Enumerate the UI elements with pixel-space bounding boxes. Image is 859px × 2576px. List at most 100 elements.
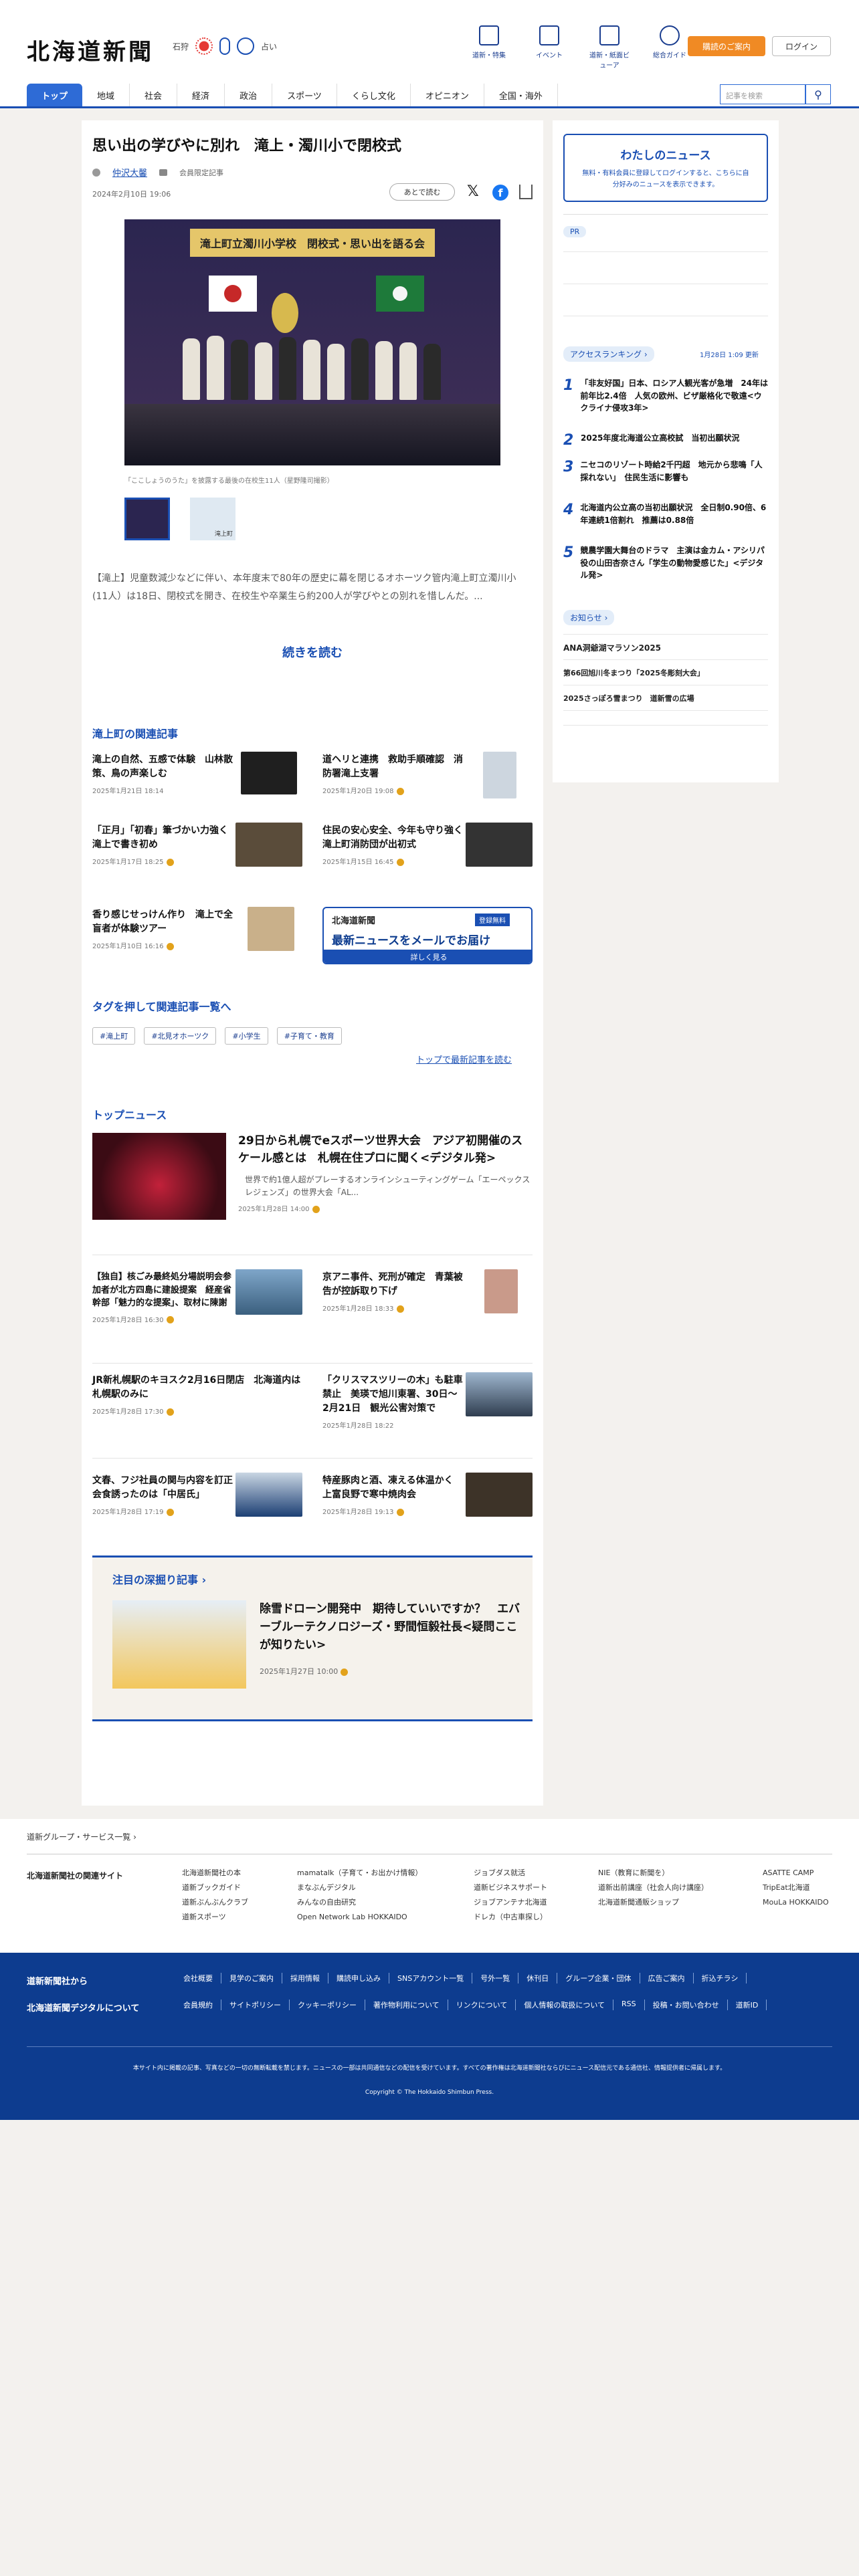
top-news-item-thumb[interactable]: [235, 1473, 302, 1517]
footer-link[interactable]: 購読申し込み: [328, 1973, 389, 1983]
related-site-link[interactable]: NIE（教育に新聞を）: [598, 1866, 708, 1881]
related-site-link[interactable]: 道新ブックガイド: [182, 1881, 248, 1895]
footer-link[interactable]: 折込チラシ: [694, 1973, 747, 1983]
top-news-item[interactable]: 京アニ事件、死刑が確定 青葉被告が控訴取り下げ 2025年1月28日 18:33: [322, 1271, 470, 1313]
ranking-item[interactable]: 3 ニセコのリゾート時給2千円超 地元から悲鳴「人採れない」 住民生活に影響も: [563, 459, 768, 484]
related-site-link[interactable]: みんなの自由研究: [297, 1895, 422, 1910]
top-news-item-thumb[interactable]: [235, 1269, 302, 1315]
read-more-link[interactable]: 続きを読む: [82, 643, 543, 661]
feature-label[interactable]: 注目の深掘り記事 ›: [112, 1571, 206, 1587]
group-services-link[interactable]: 道新グループ・サービス一覧 ›: [27, 1831, 136, 1842]
related-site-link[interactable]: ジョブアンテナ北海道: [474, 1895, 547, 1910]
tab-region[interactable]: 地域: [82, 84, 130, 106]
read-later-button[interactable]: あとで読む: [389, 183, 455, 201]
tag-item[interactable]: #子育て・教育: [276, 1027, 342, 1045]
related-site-link[interactable]: 北海道新聞社の本: [182, 1866, 248, 1881]
related-site-link[interactable]: 道新ぶんぶんクラブ: [182, 1895, 248, 1910]
related-item-thumb[interactable]: [466, 823, 533, 867]
tab-opinion[interactable]: オピニオン: [411, 84, 484, 106]
ranking-item[interactable]: 1 「非友好国」日本、ロシア人観光客が急増 24年は前年比2.4倍 人気の欧州、ビ…: [563, 377, 768, 415]
related-site-link[interactable]: 道新スポーツ: [182, 1910, 248, 1925]
feature-title[interactable]: 除雪ドローン開発中 期待していいですか？ エバーブルーテクノロジーズ・野間恒毅社…: [260, 1600, 520, 1655]
tag-item[interactable]: #北見オホーツク: [144, 1027, 217, 1045]
footer-link[interactable]: RSS: [613, 2000, 645, 2010]
tag-item[interactable]: #滝上町: [92, 1027, 136, 1045]
tab-sports[interactable]: スポーツ: [272, 84, 337, 106]
related-item-thumb[interactable]: [241, 752, 297, 794]
latest-link[interactable]: トップで最新記事を読む: [416, 1053, 512, 1065]
gallery-thumb-2[interactable]: 滝上町: [190, 498, 235, 540]
search-input[interactable]: 記事を検索: [720, 84, 805, 104]
footer-link[interactable]: 採用情報: [282, 1973, 328, 1983]
related-item-thumb[interactable]: [235, 823, 302, 867]
site-logo[interactable]: 北海道新聞: [27, 33, 154, 66]
related-site-link[interactable]: ジョブダス就活: [474, 1866, 547, 1881]
related-item-thumb[interactable]: [248, 907, 294, 951]
footer-link[interactable]: SNSアカウント一覧: [389, 1973, 473, 1983]
related-site-link[interactable]: mamatalk（子育て・お出かけ情報）: [297, 1866, 422, 1881]
article-photo[interactable]: 滝上町立濁川小学校 閉校式・思い出を語る会: [124, 219, 500, 465]
subscribe-button[interactable]: 購読のご案内: [688, 36, 765, 56]
related-site-link[interactable]: TripEat北海道: [763, 1881, 829, 1895]
footer-link[interactable]: 著作物利用について: [365, 2000, 448, 2010]
footer-link[interactable]: 個人情報の取扱について: [516, 2000, 614, 2010]
related-site-link[interactable]: まなぶんデジタル: [297, 1881, 422, 1895]
weather-widget[interactable]: 石狩 占い: [173, 37, 277, 55]
footer-link[interactable]: リンクについて: [448, 2000, 516, 2010]
related-item-thumb[interactable]: [483, 752, 516, 798]
footer-link[interactable]: 号外一覧: [472, 1973, 519, 1983]
related-site-link[interactable]: 北海道新聞通販ショップ: [598, 1895, 708, 1910]
top-news-item[interactable]: 【独自】核ごみ最終処分場説明会参加者が北方四島に建設提案 経産省幹部「魅力的な提…: [92, 1271, 233, 1324]
top-news-item-thumb[interactable]: [466, 1473, 533, 1517]
nav-feature[interactable]: 道新・特集: [468, 25, 510, 70]
nav-event[interactable]: イベント: [529, 25, 570, 70]
footer-link[interactable]: クッキーポリシー: [290, 2000, 365, 2010]
footer-link[interactable]: サイトポリシー: [221, 2000, 290, 2010]
share-icon[interactable]: [519, 185, 533, 199]
feature-image[interactable]: [112, 1600, 246, 1689]
top-news-item[interactable]: 「クリスマスツリーの木」も駐車禁止 美瑛で旭川東署、30日～2月21日 観光公害…: [322, 1374, 463, 1430]
footer-link[interactable]: 道新ID: [728, 2000, 767, 2010]
footer-link[interactable]: 会員規約: [175, 2000, 221, 2010]
top-news-item[interactable]: 文春、フジ社員の関与内容を訂正 会食誘ったのは「中居氏」 2025年1月28日 …: [92, 1474, 242, 1516]
related-site-link[interactable]: 道新ビジネスサポート: [474, 1881, 547, 1895]
mail-signup-banner[interactable]: 北海道新聞 登録無料 最新ニュースをメールでお届け 詳しく見る: [322, 907, 533, 964]
related-site-link[interactable]: Open Network Lab HOKKAIDO: [297, 1910, 422, 1925]
search-icon[interactable]: ⚲: [805, 84, 831, 104]
related-site-link[interactable]: 道新出前講座（社会人向け講座）: [598, 1881, 708, 1895]
notice-item[interactable]: 2025さっぽろ雪まつり 道新雪の広場: [563, 693, 694, 704]
gallery-thumb-1[interactable]: [124, 498, 170, 540]
tab-world[interactable]: 全国・海外: [484, 84, 558, 106]
tab-society[interactable]: 社会: [130, 84, 178, 106]
top-news-lead[interactable]: 29日から札幌でeスポーツ世界大会 アジア初開催のスケール感とは 札幌在住プロに…: [238, 1133, 533, 1213]
footer-link[interactable]: 投稿・お問い合わせ: [645, 2000, 728, 2010]
ranking-item[interactable]: 5 競農学園大舞台のドラマ 主演は金カム・アシリパ役の山田杏奈さん「学生の動物愛感…: [563, 544, 768, 582]
notice-item[interactable]: 第66回旭川冬まつり「2025冬彫刻大会」: [563, 667, 704, 678]
tab-politics[interactable]: 政治: [225, 84, 273, 106]
ranking-item[interactable]: 4 北海道内公立高の当初出願状況 全日制0.90倍、6年連続1倍割れ 推薦は0.8…: [563, 502, 768, 526]
tag-item[interactable]: #小学生: [225, 1027, 268, 1045]
tab-top[interactable]: トップ: [27, 84, 83, 106]
author-link[interactable]: 仲沢大馨: [112, 166, 147, 179]
footer-link[interactable]: グループ企業・団体: [557, 1973, 640, 1983]
top-news-item-thumb[interactable]: [466, 1372, 533, 1416]
login-button[interactable]: ログイン: [772, 36, 831, 56]
ranking-item[interactable]: 2 2025年度北海道公立高校試 当初出願状況: [563, 432, 768, 449]
ranking-title[interactable]: アクセスランキング ›: [563, 346, 654, 362]
my-news-box[interactable]: わたしのニュース 無料・有料会員に登録してログインすると、こちらに自分好みのニュ…: [563, 134, 768, 202]
top-news-item-thumb[interactable]: [484, 1269, 518, 1313]
related-site-link[interactable]: MouLa HOKKAIDO: [763, 1895, 829, 1910]
related-site-link[interactable]: ASATTE CAMP: [763, 1866, 829, 1881]
tab-culture[interactable]: くらし文化: [337, 84, 411, 106]
tab-economy[interactable]: 経済: [177, 84, 225, 106]
top-news-item[interactable]: JR新札幌駅のキヨスク2月16日閉店 北海道内は札幌駅のみに 2025年1月28…: [92, 1374, 306, 1416]
footer-link[interactable]: 会社概要: [175, 1973, 221, 1983]
mail-detail-button[interactable]: 詳しく見る: [324, 950, 531, 963]
top-news-item[interactable]: 特産豚肉と酒、凍える体温かく 上富良野で寒中焼肉会 2025年1月28日 19:…: [322, 1474, 463, 1516]
footer-link[interactable]: 見学のご案内: [221, 1973, 282, 1983]
related-site-link[interactable]: ドレカ（中古車探し）: [474, 1910, 547, 1925]
nav-viewer[interactable]: 道新・紙面ビューア: [589, 25, 630, 70]
x-share-icon[interactable]: 𝕏: [467, 183, 479, 200]
top-news-lead-image[interactable]: [92, 1133, 226, 1220]
footer-link[interactable]: 休刊日: [518, 1973, 558, 1983]
